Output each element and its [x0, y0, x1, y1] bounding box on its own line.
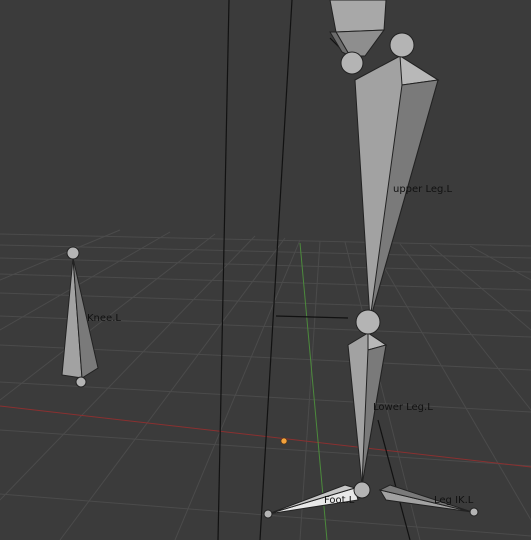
3d-viewport[interactable]: upper Leg.L Lower Leg.L Foot.L Leg IK.L … — [0, 0, 531, 540]
bone-label-foot: Foot.L — [324, 495, 355, 506]
joint-hip-left[interactable] — [340, 51, 364, 75]
joint-knee-pole-head[interactable] — [66, 246, 80, 260]
joint-knee[interactable] — [355, 309, 381, 335]
bone-label-upper-leg: upper Leg.L — [393, 184, 453, 195]
object-origin-dot[interactable] — [280, 437, 288, 445]
joint-ik-tip[interactable] — [469, 507, 479, 517]
joint-ankle[interactable] — [353, 481, 371, 499]
bone-label-leg-ik: Leg IK.L — [434, 495, 474, 506]
bone-label-lower-leg: Lower Leg.L — [373, 402, 433, 413]
joint-hip-head[interactable] — [389, 32, 415, 58]
joint-knee-pole-tail[interactable] — [75, 376, 87, 388]
bone-label-knee: Knee.L — [87, 313, 121, 324]
joint-foot-tip[interactable] — [263, 509, 273, 519]
